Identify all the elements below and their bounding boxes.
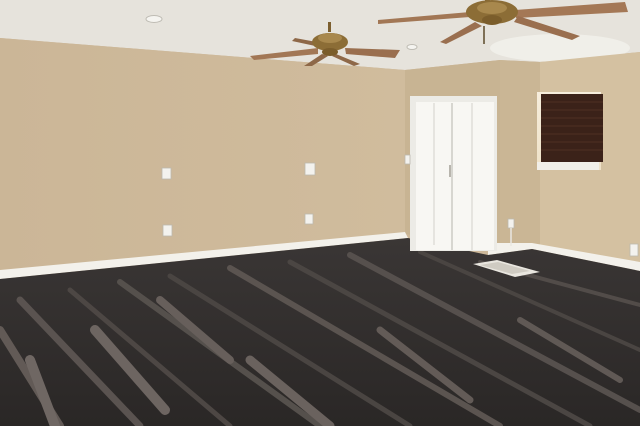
- window-sill: [537, 162, 599, 170]
- recessed-light-icon: [145, 15, 163, 23]
- window-blinds[interactable]: [541, 94, 603, 162]
- closet-door[interactable]: [416, 102, 494, 250]
- light-switch-icon[interactable]: [304, 162, 316, 176]
- wall-column: [500, 60, 540, 245]
- light-switch-icon[interactable]: [404, 154, 411, 165]
- left-wall: [0, 38, 405, 272]
- empty-room-photo: [0, 0, 640, 426]
- recessed-light-icon: [406, 44, 418, 50]
- wall-outlet-icon: [507, 218, 515, 229]
- wall-outlet-icon: [629, 243, 639, 257]
- wall-outlet-icon: [162, 224, 173, 237]
- wall-outlet-icon: [304, 213, 314, 225]
- room-illustration: [0, 0, 640, 426]
- light-switch-icon[interactable]: [161, 167, 172, 180]
